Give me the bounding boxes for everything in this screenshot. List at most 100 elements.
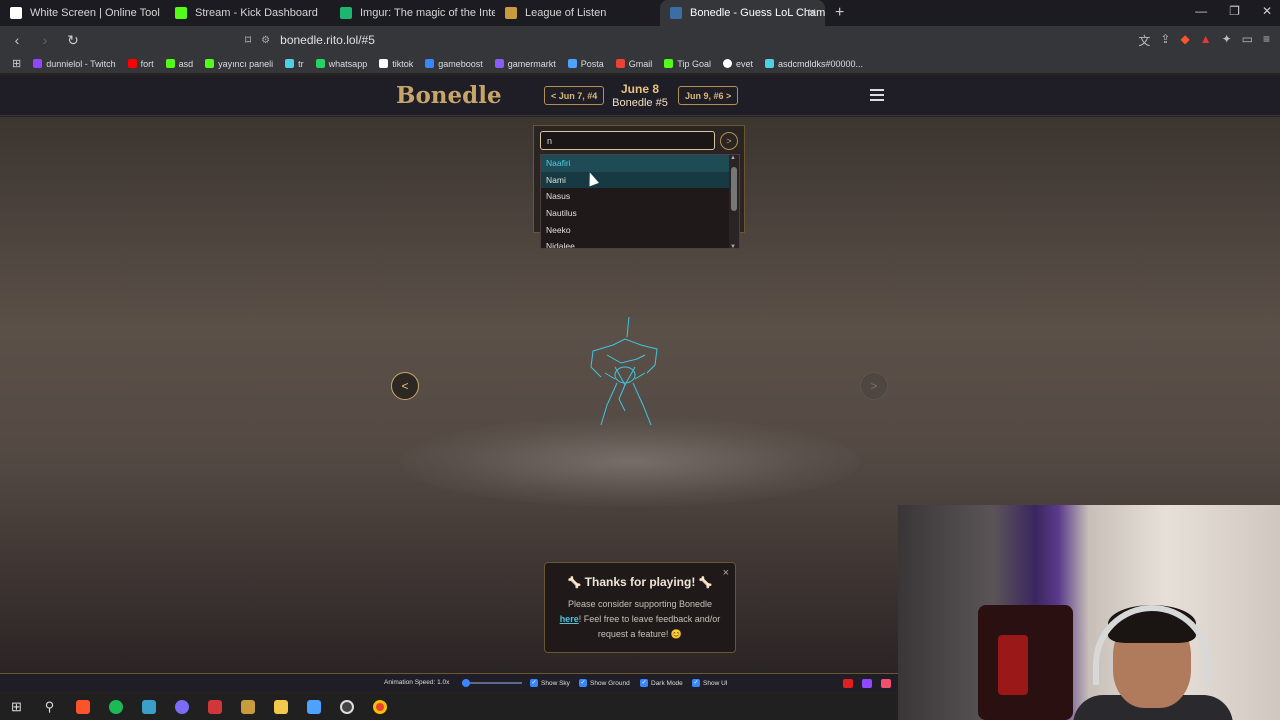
browser-tab[interactable]: Stream - Kick Dashboard [165, 0, 330, 26]
slider-knob[interactable] [462, 679, 470, 687]
new-tab-icon[interactable]: + [835, 4, 844, 22]
apps-icon[interactable]: ⊞ [12, 57, 21, 70]
bookmark-label: dunnielol - Twitch [46, 58, 116, 69]
support-link[interactable]: here [560, 614, 579, 624]
translate-icon[interactable]: 文 [1138, 32, 1150, 49]
toggle-label: Show Sky [541, 679, 570, 687]
bookmark-label: Gmail [628, 58, 653, 69]
prev-day-button[interactable]: < Jun 7, #4 [544, 86, 605, 105]
bookmark-item[interactable]: asdcmdldks#00000... [765, 59, 863, 69]
show-ground-toggle[interactable]: ✓ Show Ground [579, 679, 630, 687]
popup-line: Please consider supporting Bonedle [567, 599, 713, 609]
hamburger-menu-icon[interactable] [870, 89, 884, 104]
bookmark-item[interactable]: evet [722, 59, 753, 69]
dropdown-option[interactable]: Nami [541, 171, 731, 189]
bookmark-item[interactable]: Gmail [615, 58, 653, 69]
rewards-icon[interactable]: ▲ [1200, 32, 1212, 49]
window-icon[interactable] [297, 693, 330, 720]
checkbox-icon[interactable]: ✓ [640, 679, 648, 687]
browser-tab-active[interactable]: Bonedle - Guess LoL Champion✕ [660, 0, 825, 26]
menu-icon[interactable]: ≡ [1263, 32, 1270, 49]
scrollbar-thumb[interactable] [731, 167, 737, 211]
ground-shadow [400, 417, 860, 507]
bookmark-item[interactable]: yayıncı paneli [205, 59, 273, 69]
champion-search-input[interactable] [540, 131, 715, 150]
brave-icon[interactable] [66, 693, 99, 720]
league-icon[interactable] [231, 693, 264, 720]
share-icon[interactable]: ⇪ [1160, 32, 1170, 49]
dropdown-option[interactable]: Nautilus [541, 205, 731, 222]
close-tab-icon[interactable]: ✕ [807, 6, 817, 20]
tab-title: League of Listen [525, 7, 607, 19]
show-sky-toggle[interactable]: ✓ Show Sky [530, 679, 570, 687]
browser-tab[interactable]: White Screen | Online Tool [0, 0, 165, 26]
kofi-icon[interactable] [881, 679, 891, 688]
dropdown-option[interactable]: Neeko [541, 222, 731, 239]
checkbox-icon[interactable]: ✓ [530, 679, 538, 687]
back-icon[interactable]: ‹ [6, 32, 28, 48]
reload-icon[interactable]: ↻ [62, 32, 84, 49]
browser-tab[interactable]: Imgur: The magic of the Internet [330, 0, 495, 26]
youtube-icon[interactable] [843, 679, 853, 688]
toggle-label: Show Ground [590, 679, 630, 687]
next-animation-button[interactable]: > [860, 372, 888, 400]
extensions-icon[interactable]: ✦ [1222, 32, 1232, 49]
previous-animation-button[interactable]: < [391, 372, 419, 400]
toggle-label: Dark Mode [651, 679, 683, 687]
bookmark-item[interactable]: whatsapp [315, 59, 367, 69]
submit-guess-button[interactable]: > [720, 132, 738, 150]
forward-icon[interactable]: › [34, 32, 56, 48]
dropdown-scrollbar[interactable]: ▲ ▼ [729, 155, 739, 248]
url-text: bonedle.rito.lol/#5 [280, 33, 375, 47]
kick-icon [205, 59, 215, 68]
checkbox-icon[interactable]: ✓ [579, 679, 587, 687]
animation-speed-slider[interactable] [462, 679, 522, 687]
scroll-down-icon[interactable]: ▼ [730, 244, 736, 248]
riot-icon[interactable] [198, 693, 231, 720]
spotify-icon[interactable] [99, 693, 132, 720]
discord-icon[interactable] [165, 693, 198, 720]
obs-icon[interactable] [330, 693, 363, 720]
dropdown-option[interactable]: Nidalee [541, 238, 731, 248]
close-popup-icon[interactable]: × [723, 567, 729, 579]
mail-icon [567, 59, 577, 68]
show-ui-toggle[interactable]: ✓ Show UI [692, 679, 728, 687]
checkbox-icon[interactable]: ✓ [692, 679, 700, 687]
close-window-icon[interactable]: ✕ [1262, 4, 1272, 18]
bookmark-item[interactable]: gamermarkt [494, 59, 556, 69]
bookmark-item[interactable]: asd [165, 59, 193, 69]
bookmark-item[interactable]: fort [127, 59, 154, 69]
chrome-icon[interactable] [363, 693, 396, 720]
bookmark-item[interactable]: tiktok [379, 59, 413, 69]
windows-start-icon[interactable]: ⊞ [0, 693, 33, 720]
folder-icon[interactable] [264, 693, 297, 720]
search-icon[interactable]: ⚲ [33, 693, 66, 720]
dropdown-option[interactable]: Naafiri [541, 155, 731, 172]
bookmark-item[interactable]: tr [285, 59, 304, 69]
bookmark-item[interactable]: Posta [567, 59, 604, 69]
bookmark-item[interactable]: dunnielol - Twitch [33, 58, 116, 69]
toggle-label: Show UI [703, 679, 728, 687]
dark-mode-toggle[interactable]: ✓ Dark Mode [640, 679, 683, 687]
site-info-icon[interactable]: ⚙ [261, 35, 270, 46]
sidebar-icon[interactable]: ▭ [1242, 32, 1253, 49]
thanks-popup: × 🦴 Thanks for playing! 🦴 Please conside… [544, 562, 736, 653]
dropdown-option[interactable]: Nasus [541, 188, 731, 205]
bookmark-item[interactable]: Tip Goal [664, 59, 711, 69]
bookmark-icon[interactable]: ⌑ [245, 33, 251, 47]
next-day-button[interactable]: Jun 9, #6 > [678, 86, 739, 105]
tab-title: Bonedle - Guess LoL Champion [690, 7, 825, 19]
bonedle-icon [670, 7, 682, 19]
twitch-icon[interactable] [862, 679, 872, 688]
minimize-icon[interactable]: — [1195, 4, 1207, 18]
address-bar[interactable]: ⌑ ⚙ bonedle.rito.lol/#5 [245, 29, 990, 51]
site-logo[interactable]: Bonedle [396, 82, 502, 109]
app-icon[interactable] [132, 693, 165, 720]
scroll-up-icon[interactable]: ▲ [730, 155, 736, 161]
gamermarkt-icon [494, 59, 504, 68]
browser-tab[interactable]: League of Listen [495, 0, 660, 26]
brave-shield-icon[interactable]: ◆ [1180, 32, 1189, 49]
restore-icon[interactable]: ❐ [1229, 4, 1240, 18]
os-taskbar: ⊞ ⚲ [0, 693, 898, 720]
bookmark-item[interactable]: gameboost [425, 59, 483, 69]
